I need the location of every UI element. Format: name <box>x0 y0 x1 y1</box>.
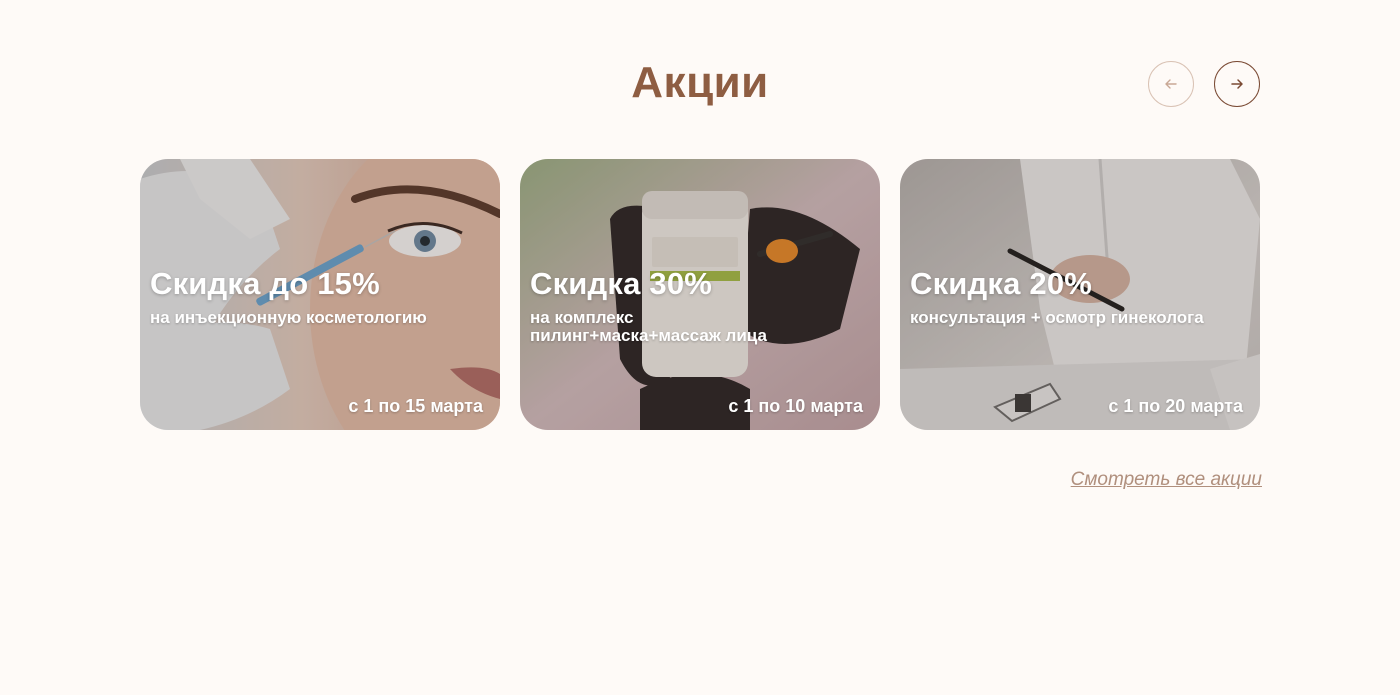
promo-card-gynecologist[interactable]: Скидка 20% консультация + осмотр гинекол… <box>900 159 1260 430</box>
promo-card-subtitle: на комплекс пилинг+маска+массаж лица <box>530 308 767 345</box>
see-all-promotions-link[interactable]: Смотреть все акции <box>1071 469 1262 491</box>
promotions-section: Акции Скидка до 15% на инъекционную косм… <box>0 0 1400 695</box>
promo-cards: Скидка до 15% на инъекционную косметолог… <box>140 159 1260 430</box>
promo-card-title: Скидка 30% <box>530 266 713 301</box>
promo-card-dates: с 1 по 15 марта <box>348 396 483 416</box>
arrow-right-icon <box>1231 79 1243 89</box>
promo-card-injection[interactable]: Скидка до 15% на инъекционную косметолог… <box>140 159 500 430</box>
promo-card-peeling[interactable]: Скидка 30% на комплекс пилинг+маска+масс… <box>520 159 880 430</box>
promo-card-dates: с 1 по 10 марта <box>728 396 863 416</box>
promo-card-subtitle: консультация + осмотр гинеколога <box>910 308 1204 327</box>
promo-card-title: Скидка до 15% <box>150 266 380 301</box>
next-button[interactable] <box>1214 61 1260 107</box>
promo-card-title: Скидка 20% <box>910 266 1093 301</box>
arrow-left-icon <box>1165 79 1177 89</box>
promo-card-subtitle: на инъекционную косметологию <box>150 308 427 327</box>
promo-card-dates: с 1 по 20 марта <box>1108 396 1243 416</box>
prev-button[interactable] <box>1148 61 1194 107</box>
